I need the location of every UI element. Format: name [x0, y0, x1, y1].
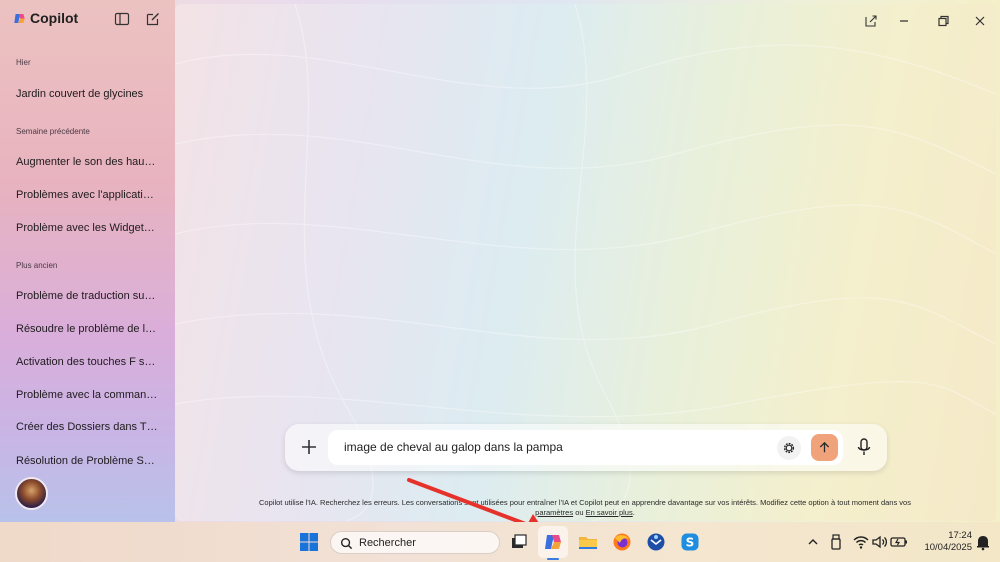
wifi-icon[interactable]: [851, 532, 871, 552]
taskbar-search[interactable]: Rechercher: [330, 531, 500, 554]
close-icon[interactable]: [973, 13, 987, 27]
section-label-hier: Hier: [16, 58, 31, 67]
task-view-icon[interactable]: [509, 532, 529, 552]
conversation-item[interactable]: Résoudre le problème de l…: [16, 323, 161, 335]
svg-text:S: S: [686, 536, 695, 550]
volume-icon[interactable]: [870, 532, 890, 552]
section-label-older: Plus ancien: [16, 261, 58, 270]
ai-disclaimer: Copilot utilise l'IA. Recherchez les err…: [235, 498, 935, 518]
search-label: Rechercher: [359, 537, 416, 549]
section-label-previous-week: Semaine précédente: [16, 127, 90, 136]
new-chat-icon[interactable]: [145, 11, 161, 27]
conversation-item[interactable]: Problèmes avec l'applicati…: [16, 189, 161, 201]
settings-link[interactable]: paramètres: [535, 508, 573, 517]
conversation-item[interactable]: Augmenter le son des hau…: [16, 156, 161, 168]
taskbar-clock[interactable]: 17:24 10/04/2025: [912, 530, 972, 554]
conversation-item[interactable]: Jardin couvert de glycines: [16, 88, 161, 100]
pop-out-icon[interactable]: [864, 13, 878, 27]
clock-date: 10/04/2025: [924, 542, 972, 553]
conversation-item[interactable]: Résolution de Problème S…: [16, 455, 161, 467]
copilot-brand: Copilot: [13, 10, 78, 26]
brand-name: Copilot: [30, 10, 79, 26]
message-input[interactable]: image de cheval au galop dans la pampa: [328, 430, 843, 465]
arrow-up-icon: [819, 441, 830, 453]
firefox-icon[interactable]: [612, 532, 632, 552]
file-explorer-icon[interactable]: [578, 532, 598, 552]
conversation-item[interactable]: Problème de traduction su…: [16, 290, 161, 302]
restore-icon[interactable]: [936, 13, 950, 27]
sidebar: Copilot Hier Jardin couvert de glycines …: [0, 0, 175, 522]
clock-time: 17:24: [948, 530, 972, 541]
copilot-logo-icon: [14, 13, 25, 23]
windows-start-icon[interactable]: [299, 532, 319, 552]
disclaimer-or: ou: [573, 508, 586, 517]
conversation-item[interactable]: Problème avec la comman…: [16, 389, 161, 401]
microphone-button[interactable]: [855, 437, 873, 457]
copilot-taskbar-icon[interactable]: [543, 532, 563, 552]
conversation-item[interactable]: Créer des Dossiers dans T…: [16, 421, 161, 433]
notification-bell-icon[interactable]: [973, 532, 993, 552]
active-app-indicator: [547, 558, 559, 560]
battery-icon[interactable]: [889, 532, 909, 552]
search-icon: [340, 537, 353, 550]
microphone-icon: [857, 438, 871, 455]
minimize-icon[interactable]: [897, 13, 911, 27]
send-button[interactable]: [811, 434, 838, 461]
chevron-up-icon[interactable]: [803, 532, 823, 552]
gear-icon: [783, 442, 795, 454]
message-composer: image de cheval au galop dans la pampa: [285, 424, 887, 471]
skype-icon[interactable]: S: [680, 532, 700, 552]
disclaimer-text: Copilot utilise l'IA. Recherchez les err…: [259, 498, 911, 507]
usb-device-icon[interactable]: [826, 532, 846, 552]
add-attachment-button[interactable]: [298, 436, 320, 458]
user-avatar[interactable]: [15, 477, 48, 510]
message-input-text: image de cheval au galop dans la pampa: [344, 440, 563, 454]
plus-icon: [302, 440, 316, 454]
disclaimer-end: .: [632, 508, 635, 517]
settings-button[interactable]: [777, 436, 801, 460]
learn-more-link[interactable]: En savoir plus: [586, 508, 633, 517]
chat-main-panel: image de cheval au galop dans la pampa C…: [175, 4, 996, 521]
mail-app-icon[interactable]: [646, 532, 666, 552]
taskbar: Rechercher S 17:24 10/04/2025: [0, 522, 1000, 562]
conversation-item[interactable]: Problème avec les Widget…: [16, 222, 161, 234]
conversation-item[interactable]: Activation des touches F s…: [16, 356, 161, 368]
toggle-sidebar-icon[interactable]: [114, 11, 130, 27]
